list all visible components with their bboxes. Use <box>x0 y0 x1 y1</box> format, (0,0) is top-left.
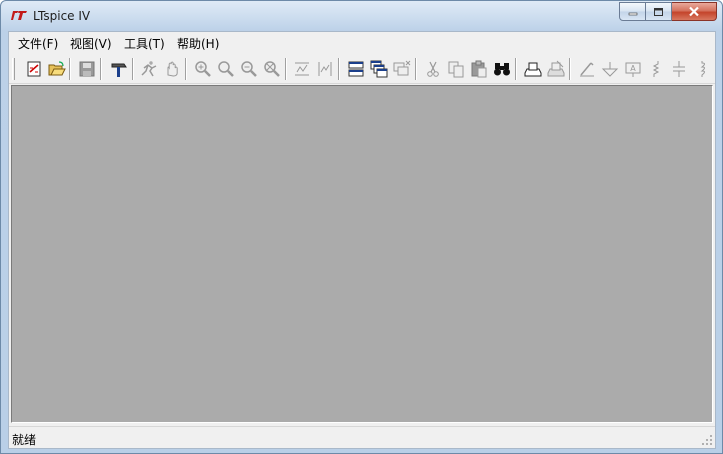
toolbar-separator <box>285 58 287 80</box>
ground-icon <box>601 62 619 77</box>
title-bar[interactable]: LTspice IV <box>1 1 722 31</box>
close-all-button[interactable] <box>392 59 412 79</box>
label-net-button[interactable]: A <box>623 59 643 79</box>
tile-button[interactable] <box>346 59 366 79</box>
new-schematic-icon <box>27 61 41 77</box>
draw-wire-icon <box>580 62 594 77</box>
copy-button[interactable] <box>446 59 466 79</box>
zoom-area-icon <box>218 61 234 77</box>
inductor-icon <box>700 61 705 77</box>
new-schematic-button[interactable] <box>24 59 44 79</box>
autorange-x-icon <box>318 62 332 76</box>
zoom-area-button[interactable] <box>216 59 236 79</box>
control-panel-button[interactable] <box>109 59 129 79</box>
open-button[interactable] <box>47 59 67 79</box>
resistor-icon <box>652 61 660 77</box>
app-window: LTspice IV 文件(F) 视图(V) 工具(T) 帮助(H) A 就绪 <box>0 0 723 454</box>
print-button[interactable] <box>546 59 566 79</box>
menu-file[interactable]: 文件(F) <box>15 35 61 52</box>
svg-text:A: A <box>630 64 636 73</box>
menu-help[interactable]: 帮助(H) <box>174 35 222 52</box>
find-button[interactable] <box>492 59 512 79</box>
capacitor-button[interactable] <box>669 59 689 79</box>
window-controls <box>619 2 717 22</box>
save-button[interactable] <box>77 59 97 79</box>
tile-horizontal-icon <box>348 61 364 77</box>
pan-hand-icon <box>167 61 178 77</box>
resistor-button[interactable] <box>646 59 666 79</box>
paste-button[interactable] <box>469 59 489 79</box>
paste-icon <box>471 60 487 78</box>
run-icon <box>141 61 157 77</box>
zoom-fit-button[interactable] <box>262 59 282 79</box>
toolbar-separator <box>515 58 517 80</box>
app-logo-icon[interactable] <box>10 10 28 22</box>
label-net-icon: A <box>625 62 641 77</box>
copy-icon <box>448 61 464 78</box>
control-panel-hammer-icon <box>111 63 127 77</box>
zoom-fit-icon <box>264 61 280 77</box>
close-button[interactable] <box>672 2 717 21</box>
toolbar-separator <box>569 58 571 80</box>
capacitor-icon <box>673 61 685 77</box>
autorange-x-button[interactable] <box>315 59 335 79</box>
toolbar-separator <box>338 58 340 80</box>
maximize-button[interactable] <box>646 2 672 21</box>
minimize-icon <box>628 12 637 15</box>
toolbar-separator <box>185 58 187 80</box>
save-icon <box>79 61 95 77</box>
cut-button[interactable] <box>423 59 443 79</box>
client-area: 文件(F) 视图(V) 工具(T) 帮助(H) A 就绪 <box>8 31 716 449</box>
zoom-out-button[interactable] <box>239 59 259 79</box>
pan-button[interactable] <box>162 59 182 79</box>
mdi-workspace[interactable] <box>11 85 713 423</box>
toolbar-separator <box>415 58 417 80</box>
status-bar: 就绪 <box>9 426 715 448</box>
toolbar-grip[interactable] <box>12 58 15 80</box>
print-preview-icon <box>524 62 542 77</box>
run-button[interactable] <box>139 59 159 79</box>
zoom-in-icon <box>195 61 211 77</box>
toolbar: A <box>9 53 715 84</box>
status-text: 就绪 <box>12 433 37 447</box>
toolbar-separator <box>132 58 134 80</box>
find-binoculars-icon <box>494 63 510 76</box>
draw-wire-button[interactable] <box>577 59 597 79</box>
resize-grip-icon[interactable] <box>701 434 713 446</box>
close-all-windows-icon <box>393 60 411 76</box>
toolbar-separator <box>69 58 71 80</box>
open-folder-icon <box>48 61 66 76</box>
autorange-y-icon <box>295 62 309 76</box>
cascade-windows-icon <box>370 60 388 78</box>
menu-bar: 文件(F) 视图(V) 工具(T) 帮助(H) <box>9 32 715 53</box>
print-icon <box>547 60 565 77</box>
menu-tools[interactable]: 工具(T) <box>121 35 168 52</box>
window-title: LTspice IV <box>33 9 91 23</box>
cascade-button[interactable] <box>369 59 389 79</box>
close-icon <box>689 6 699 17</box>
inductor-button[interactable] <box>692 59 712 79</box>
autorange-y-button[interactable] <box>292 59 312 79</box>
cut-icon <box>427 61 439 77</box>
ground-button[interactable] <box>600 59 620 79</box>
maximize-icon <box>654 7 663 16</box>
toolbar-separator <box>100 58 102 80</box>
menu-view[interactable]: 视图(V) <box>67 35 115 52</box>
print-preview-button[interactable] <box>523 59 543 79</box>
minimize-button[interactable] <box>619 2 646 21</box>
zoom-out-icon <box>241 61 257 77</box>
zoom-in-button[interactable] <box>193 59 213 79</box>
